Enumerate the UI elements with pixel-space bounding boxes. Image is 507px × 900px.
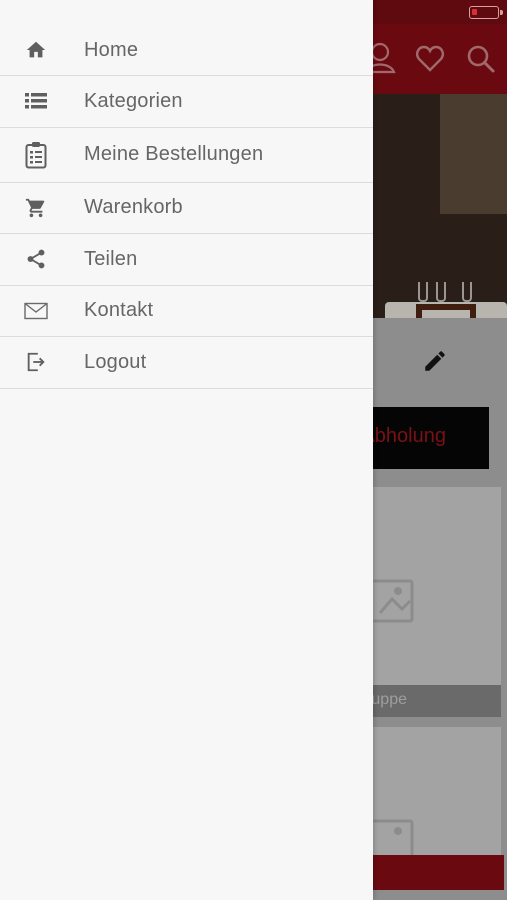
menu-item-label: Logout	[84, 350, 147, 373]
pickup-button[interactable]: Abholung	[372, 407, 489, 469]
menu-item-kategorien[interactable]: Kategorien	[0, 76, 373, 128]
navigation-drawer: Home Kategorien Meine Bestellungen Waren…	[0, 0, 373, 900]
cart-icon	[24, 196, 48, 220]
product-card-label-bar	[372, 855, 504, 890]
clipboard-icon	[24, 141, 48, 168]
product-card-label: Suppe	[372, 685, 501, 717]
menu-item-teilen[interactable]: Teilen	[0, 234, 373, 286]
battery-low-icon	[469, 6, 503, 19]
menu-item-label: Meine Bestellungen	[84, 143, 264, 165]
home-icon	[24, 38, 48, 62]
image-placeholder-icon	[372, 579, 414, 623]
menu-item-warenkorb[interactable]: Warenkorb	[0, 183, 373, 234]
menu-item-kontakt[interactable]: Kontakt	[0, 286, 373, 337]
pencil-icon[interactable]	[422, 348, 448, 374]
logout-icon	[24, 350, 48, 374]
menu-item-label: Kategorien	[84, 89, 183, 112]
pickup-button-label: Abholung	[372, 425, 446, 447]
product-card[interactable]: Suppe	[372, 487, 501, 717]
menu-item-label: Home	[84, 38, 139, 61]
heart-icon[interactable]	[415, 38, 445, 78]
share-icon	[24, 247, 48, 271]
menu-item-logout[interactable]: Logout	[0, 337, 373, 389]
drawer-menu: Home Kategorien Meine Bestellungen Waren…	[0, 25, 373, 389]
search-icon[interactable]	[465, 38, 497, 78]
menu-item-label: Kontakt	[84, 299, 154, 322]
image-placeholder-icon	[372, 819, 414, 857]
menu-item-label: Warenkorb	[84, 196, 183, 219]
menu-item-home[interactable]: Home	[0, 25, 373, 76]
product-image-placeholder	[372, 487, 501, 685]
list-icon	[24, 89, 48, 113]
product-card[interactable]	[372, 727, 501, 857]
mail-icon	[24, 299, 48, 323]
menu-item-label: Teilen	[84, 247, 138, 270]
menu-item-meine-bestellungen[interactable]: Meine Bestellungen	[0, 128, 373, 183]
